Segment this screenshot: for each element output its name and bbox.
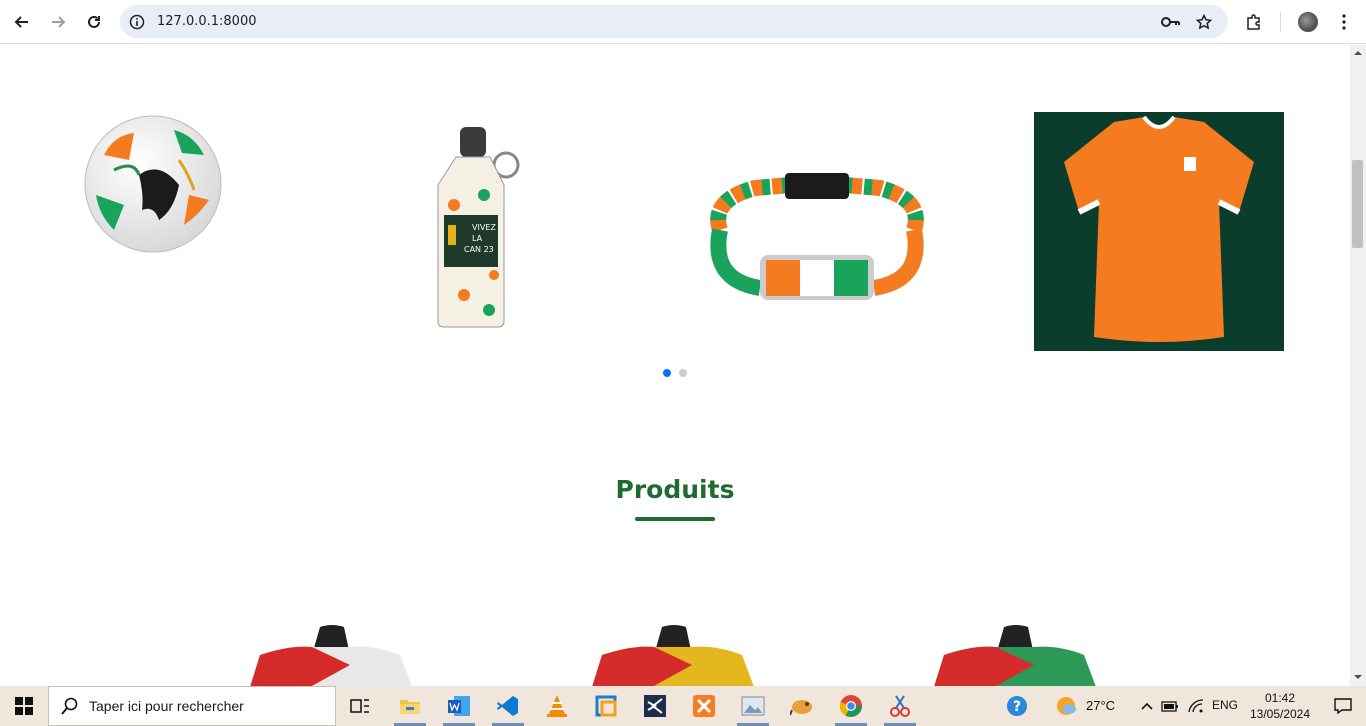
start-button[interactable]	[0, 686, 48, 726]
network-tray-icon[interactable]	[1184, 686, 1208, 726]
key-icon[interactable]	[1160, 11, 1182, 33]
folder-icon	[400, 700, 420, 714]
windows-logo-icon	[15, 697, 33, 715]
reload-icon	[88, 15, 100, 28]
snipping-tool-app[interactable]	[877, 686, 923, 726]
svg-text:?: ?	[1013, 699, 1021, 715]
carousel-dot-1[interactable]	[663, 369, 671, 377]
vscode-app[interactable]	[485, 686, 531, 726]
web-page: VIVEZ LA CAN 23 Produits	[0, 45, 1350, 686]
arrow-right-icon	[52, 16, 66, 28]
avatar	[1298, 12, 1318, 32]
orange-jersey-image	[1034, 112, 1284, 351]
windows-taskbar: Taper ici pour rechercher ? 27°C ENG 01:…	[0, 686, 1366, 726]
info-icon[interactable]	[126, 11, 148, 33]
task-view-button[interactable]	[337, 686, 383, 726]
star-icon[interactable]	[1193, 11, 1215, 33]
title-underline	[635, 517, 715, 521]
carousel-indicators	[663, 369, 687, 377]
notifications-button[interactable]	[1320, 686, 1366, 726]
arrow-left-icon	[14, 16, 28, 28]
back-button[interactable]	[8, 8, 36, 36]
section-title: Produits	[615, 475, 735, 504]
address-bar[interactable]: 127.0.0.1:8000	[120, 5, 1228, 38]
forward-button[interactable]	[44, 8, 72, 36]
task-view-icon	[350, 699, 369, 713]
clock-time: 01:42	[1264, 691, 1296, 705]
search-placeholder[interactable]: Taper ici pour rechercher	[89, 698, 244, 714]
weather-widget[interactable]	[1043, 686, 1089, 726]
virtualbox-app[interactable]	[583, 686, 629, 726]
visual-studio-icon	[644, 695, 666, 717]
scroll-down-icon[interactable]	[1354, 673, 1362, 681]
xampp-icon	[693, 695, 715, 717]
flag-bracelet-image	[710, 173, 924, 300]
product-image-2[interactable]	[592, 625, 754, 686]
vlc-icon	[547, 695, 567, 717]
vlc-app[interactable]	[534, 686, 580, 726]
reload-button[interactable]	[80, 8, 108, 36]
battery-tray-icon[interactable]	[1158, 686, 1182, 726]
carousel-slide-bracelet[interactable]	[700, 170, 934, 310]
kebab-icon	[1342, 14, 1346, 30]
page-scrollbar[interactable]	[1350, 45, 1366, 686]
browser-toolbar: 127.0.0.1:8000	[0, 0, 1366, 44]
chrome-app[interactable]	[828, 686, 874, 726]
image-viewer-icon	[741, 696, 765, 716]
bottle-label-line-3: CAN 23	[464, 245, 494, 254]
puzzle-icon	[1247, 14, 1260, 30]
product-image-3[interactable]	[934, 625, 1096, 686]
help-icon: ?	[1007, 696, 1027, 716]
virtualbox-icon	[595, 695, 617, 717]
dbeaver-icon	[790, 700, 812, 716]
carousel-dot-2[interactable]	[679, 369, 687, 377]
dbeaver-app[interactable]	[779, 686, 825, 726]
scroll-up-icon[interactable]	[1354, 49, 1362, 57]
browser-menu-button[interactable]	[1330, 8, 1358, 36]
url-text[interactable]: 127.0.0.1:8000	[157, 14, 257, 29]
tray-overflow-button[interactable]	[1135, 686, 1159, 726]
extensions-button[interactable]	[1240, 8, 1268, 36]
weather-temperature[interactable]: 27°C	[1086, 698, 1115, 713]
taskbar-search[interactable]: Taper ici pour rechercher	[48, 686, 336, 726]
system-clock[interactable]: 01:42 13/05/2024	[1240, 690, 1320, 722]
football-image	[84, 115, 222, 253]
help-tray-button[interactable]: ?	[994, 686, 1040, 726]
weather-sun-icon	[1057, 697, 1076, 715]
bottle-label-line-2: LA	[472, 234, 483, 243]
file-explorer-app[interactable]	[387, 686, 433, 726]
chevron-up-icon	[1141, 702, 1153, 710]
vscode-icon	[497, 696, 518, 716]
carousel-slide-ball[interactable]	[84, 115, 222, 258]
clock-date: 13/05/2024	[1249, 707, 1311, 721]
xampp-app[interactable]	[681, 686, 727, 726]
profile-button[interactable]	[1294, 8, 1322, 36]
scissors-icon	[890, 695, 910, 717]
image-viewer-app[interactable]	[730, 686, 776, 726]
notification-icon	[1334, 698, 1352, 714]
carousel-slide-jersey[interactable]	[1034, 112, 1284, 356]
battery-icon	[1161, 701, 1178, 712]
product-image-1[interactable]	[250, 625, 412, 686]
toolbar-divider	[1280, 12, 1281, 32]
visual-studio-app[interactable]	[632, 686, 678, 726]
bottle-label-line-1: VIVEZ	[472, 223, 496, 232]
search-icon	[61, 697, 78, 715]
carousel-slide-bottle[interactable]: VIVEZ LA CAN 23	[434, 125, 526, 334]
wifi-icon	[1188, 699, 1204, 713]
chrome-icon	[839, 695, 862, 717]
word-app[interactable]	[436, 686, 482, 726]
water-bottle-image: VIVEZ LA CAN 23	[437, 127, 520, 328]
language-indicator[interactable]: ENG	[1212, 698, 1238, 712]
word-icon	[448, 696, 470, 716]
scroll-thumb[interactable]	[1352, 160, 1363, 248]
